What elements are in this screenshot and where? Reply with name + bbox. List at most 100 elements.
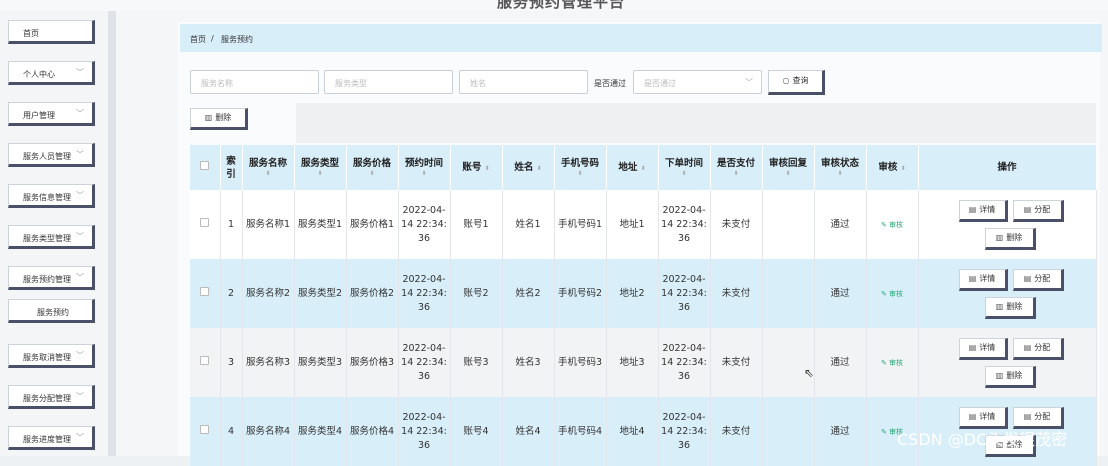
search-icon: ○ <box>782 76 790 85</box>
sidebar-item-cancel-management[interactable]: 服务取消管理 ﹀ <box>8 344 95 368</box>
cell-account: 账号3 <box>450 328 503 397</box>
sidebar-item-label: 服务预约管理 <box>23 275 71 284</box>
column-header-order-time[interactable]: 下单时间 ⬍ <box>658 145 711 190</box>
row-actions: ▤ 详情 ▤ 分配 ▥ 删除 <box>921 259 1094 328</box>
row-checkbox[interactable] <box>200 355 210 365</box>
cell-service-type: 服务类型2 <box>294 259 347 328</box>
sidebar-rail <box>108 11 116 456</box>
detail-button[interactable]: ▤ 详情 <box>958 338 1008 360</box>
assign-button[interactable]: ▤ 分配 <box>1012 200 1064 222</box>
cell-index: 3 <box>220 328 243 397</box>
sort-icon[interactable]: ⬍ <box>245 170 292 178</box>
sort-icon[interactable]: ⬍ <box>817 170 864 178</box>
column-header-service-type[interactable]: 服务类型 ⬍ <box>294 145 347 190</box>
column-header-audit[interactable]: 审核 ⬍ <box>866 145 919 190</box>
column-header-audit-status[interactable]: 审核状态 ⬍ <box>814 145 867 190</box>
row-checkbox[interactable] <box>200 217 210 227</box>
table-row[interactable]: 1 服务名称1 服务类型1 服务价格1 2022-04-14 22:34:36 … <box>190 190 1097 259</box>
assign-button[interactable]: ▤ 分配 <box>1012 338 1064 360</box>
detail-button[interactable]: ▤ 详情 <box>958 200 1008 222</box>
cell-audit[interactable]: ✎ 审核 <box>866 259 919 328</box>
search-button[interactable]: ○ 查询 <box>768 70 825 95</box>
sidebar-item-label: 服务取消管理 <box>23 353 71 362</box>
cell-audit-status: 通过 <box>814 259 867 328</box>
select-all-cell[interactable] <box>190 145 221 190</box>
chevron-down-icon: ﹀ <box>76 392 84 401</box>
document-icon: ▤ <box>968 343 977 352</box>
assign-button[interactable]: ▤ 分配 <box>1012 269 1064 291</box>
document-icon: ▤ <box>968 412 977 421</box>
sort-icon[interactable]: ⬍ <box>485 165 490 172</box>
chevron-down-icon: ﹀ <box>76 232 84 241</box>
column-header-account[interactable]: 账号 ⬍ <box>450 145 503 190</box>
service-name-input[interactable]: 服务名称 <box>190 70 319 94</box>
sidebar-item-booking-management[interactable]: 服务预约管理 ﹀ <box>8 266 95 290</box>
cell-address: 地址1 <box>606 190 659 259</box>
audit-link[interactable]: ✎ 审核 <box>881 221 903 229</box>
sidebar-item-booking[interactable]: 服务预约 <box>8 299 95 323</box>
select-all-checkbox[interactable] <box>200 161 210 170</box>
audit-link[interactable]: ✎ 审核 <box>881 290 903 298</box>
sort-icon[interactable]: ⬍ <box>713 170 760 178</box>
sidebar-item-home[interactable]: 首页 <box>8 20 95 44</box>
column-header-address[interactable]: 地址 ⬍ <box>606 145 659 190</box>
cell-booking-time: 2022-04-14 22:34:36 <box>398 328 451 397</box>
sort-icon[interactable]: ⬍ <box>537 165 542 172</box>
audit-link[interactable]: ✎ 审核 <box>881 359 903 367</box>
trash-icon: ▥ <box>204 113 213 122</box>
column-header-audit-reply[interactable]: 审核回复 ⬍ <box>762 145 815 190</box>
approved-select[interactable]: 是否通过 ﹀ <box>633 70 762 94</box>
sort-icon[interactable]: ⬍ <box>349 170 396 178</box>
sidebar-item-label: 服务分配管理 <box>23 394 71 403</box>
sidebar-item-staff-management[interactable]: 服务人员管理 ﹀ <box>8 143 95 167</box>
mouse-cursor-icon: ⇖ <box>804 366 815 380</box>
edit-icon: ✎ <box>880 289 890 298</box>
column-header-phone[interactable]: 手机号码 ⬍ <box>554 145 607 190</box>
cell-service-price: 服务价格1 <box>346 190 399 259</box>
cell-audit[interactable]: ✎ 审核 <box>866 328 919 397</box>
column-header-name[interactable]: 姓名 ⬍ <box>502 145 555 190</box>
sort-icon[interactable]: ⬍ <box>765 170 812 178</box>
document-icon: ▤ <box>1023 205 1032 214</box>
column-header-booking-time[interactable]: 预约时间 ⬍ <box>398 145 451 190</box>
chevron-down-icon: ﹀ <box>76 433 84 442</box>
sort-icon[interactable]: ⬍ <box>401 170 448 178</box>
detail-button[interactable]: ▤ 详情 <box>958 269 1008 291</box>
cell-phone: 手机号码1 <box>554 190 607 259</box>
column-header-index: 索引 <box>220 145 243 190</box>
sidebar-item-personal-center[interactable]: 个人中心 ﹀ <box>8 61 95 85</box>
column-header-actions: 操作 <box>918 145 1097 190</box>
cell-order-time: 2022-04-14 22:34:36 <box>658 328 711 397</box>
sidebar-item-service-type-management[interactable]: 服务类型管理 ﹀ <box>8 225 95 249</box>
sort-icon[interactable]: ⬍ <box>557 170 604 178</box>
row-checkbox[interactable] <box>200 424 210 434</box>
column-header-service-price[interactable]: 服务价格 ⬍ <box>346 145 399 190</box>
breadcrumb-home[interactable]: 首页 <box>190 34 206 45</box>
table-row[interactable]: 3 服务名称3 服务类型3 服务价格3 2022-04-14 22:34:36 … <box>190 328 1097 397</box>
sidebar-item-assign-management[interactable]: 服务分配管理 ﹀ <box>8 385 95 409</box>
cell-phone: 手机号码3 <box>554 328 607 397</box>
sidebar-item-label: 个人中心 <box>23 70 55 79</box>
delete-button[interactable]: ▥ 删除 <box>984 228 1036 250</box>
batch-delete-button[interactable]: ▥ 删除 <box>190 108 248 130</box>
sidebar-item-user-management[interactable]: 用户管理 ﹀ <box>8 102 95 126</box>
column-header-paid[interactable]: 是否支付 ⬍ <box>710 145 763 190</box>
sidebar-item-service-info-management[interactable]: 服务信息管理 ﹀ <box>8 184 95 208</box>
name-input[interactable]: 姓名 <box>459 70 588 94</box>
sort-icon[interactable]: ⬍ <box>641 165 646 172</box>
sort-icon[interactable]: ⬍ <box>297 170 344 178</box>
document-icon: ▤ <box>968 274 977 283</box>
cell-audit-status: 通过 <box>814 328 867 397</box>
cell-audit[interactable]: ✎ 审核 <box>866 190 919 259</box>
row-checkbox[interactable] <box>200 286 210 296</box>
sidebar-item-progress-management[interactable]: 服务进度管理 ﹀ <box>8 426 95 450</box>
table-row[interactable]: 2 服务名称2 服务类型2 服务价格2 2022-04-14 22:34:36 … <box>190 259 1097 328</box>
service-type-input[interactable]: 服务类型 <box>324 70 453 94</box>
cell-booking-time: 2022-04-14 22:34:36 <box>398 190 451 259</box>
sort-icon[interactable]: ⬍ <box>661 170 708 178</box>
delete-button[interactable]: ▥ 删除 <box>984 366 1036 388</box>
sidebar-item-label: 服务类型管理 <box>23 234 71 243</box>
sort-icon[interactable]: ⬍ <box>901 165 906 172</box>
delete-button[interactable]: ▥ 删除 <box>984 297 1036 319</box>
column-header-service-name[interactable]: 服务名称 ⬍ <box>242 145 295 190</box>
